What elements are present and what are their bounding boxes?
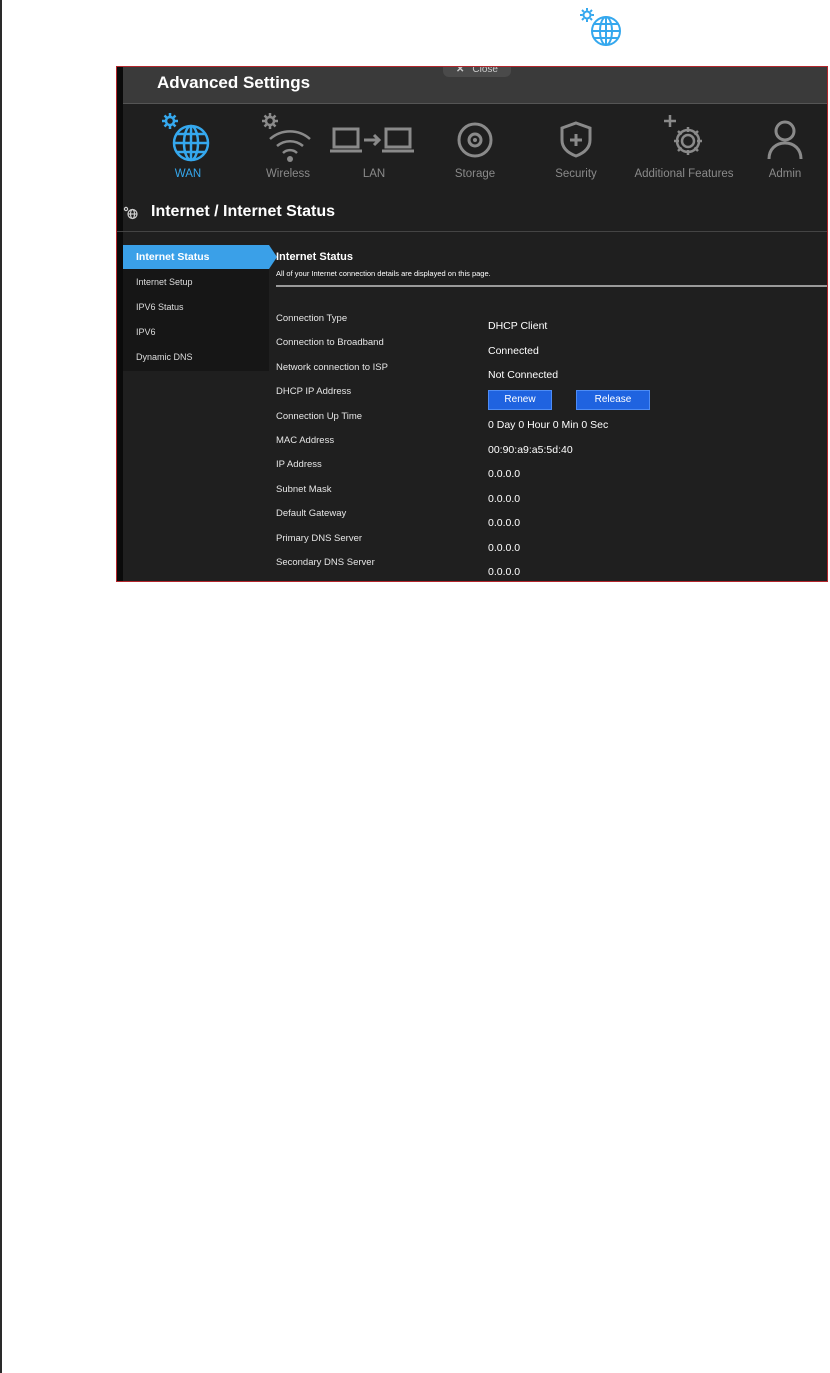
close-button[interactable]: ✕ Close: [443, 66, 511, 77]
nav-storage-label: Storage: [454, 168, 496, 180]
sidebar-item-label: Dynamic DNS: [136, 352, 193, 362]
field-label: IP Address: [276, 459, 322, 470]
mac-address-value: 00:90:a9:a5:5d:40: [488, 444, 573, 456]
nav-additional-features[interactable]: Additional Features: [629, 105, 739, 189]
content-divider: [276, 285, 827, 287]
nav-wireless-label: Wireless: [265, 168, 311, 180]
nav-lan[interactable]: LAN: [329, 105, 419, 189]
gear-plus-icon: [664, 115, 702, 155]
field-label: Connection Type: [276, 313, 348, 324]
close-icon: ✕: [456, 66, 465, 75]
globe-gear-icon: [123, 206, 138, 220]
panel-title: Advanced Settings: [157, 73, 311, 92]
globe-gear-icon: [578, 6, 626, 48]
broadband-status-value: Connected: [488, 345, 539, 357]
page-left-rule: [0, 0, 2, 1373]
secondary-dns-value: 0.0.0.0: [488, 566, 521, 578]
default-gateway-value: 0.0.0.0: [488, 517, 521, 529]
renew-button[interactable]: Renew: [488, 390, 552, 410]
nav-additional-features-label: Additional Features: [634, 168, 734, 180]
sidebar-item-label: Internet Status: [136, 251, 210, 263]
subnet-mask-value: 0.0.0.0: [488, 493, 521, 505]
field-label: Subnet Mask: [276, 484, 332, 495]
sidebar-item-label: Internet Setup: [136, 277, 193, 287]
sidebar-item-label: IPV6: [136, 327, 156, 337]
ip-address-value: 0.0.0.0: [488, 468, 521, 480]
field-label: Primary DNS Server: [276, 533, 363, 544]
release-button[interactable]: Release: [576, 390, 650, 410]
sidebar-item-dynamic-dns[interactable]: Dynamic DNS: [123, 345, 269, 369]
nav-wireless[interactable]: Wireless: [243, 105, 333, 189]
sidebar-item-ipv6[interactable]: IPV6: [123, 320, 269, 344]
disc-icon: [457, 122, 493, 158]
sidebar-item-label: IPV6 Status: [136, 302, 184, 312]
nav-storage[interactable]: Storage: [430, 105, 520, 189]
nav-admin-label: Admin: [768, 168, 802, 180]
nav-security-label: Security: [555, 168, 597, 180]
primary-dns-value: 0.0.0.0: [488, 542, 521, 554]
field-label: DHCP IP Address: [276, 386, 352, 397]
field-label: Connection Up Time: [276, 411, 363, 422]
sidebar: Internet Status Internet Setup IPV6 Stat…: [123, 245, 277, 371]
sidebar-item-internet-status[interactable]: Internet Status: [123, 245, 277, 269]
isp-status-value: Not Connected: [488, 369, 559, 381]
nav-wan-label: WAN: [174, 168, 202, 180]
content-description: All of your Internet connection details …: [276, 269, 491, 278]
content-title: Internet Status: [276, 251, 354, 263]
nav-security[interactable]: Security: [531, 105, 621, 189]
sidebar-item-internet-setup[interactable]: Internet Setup: [123, 270, 269, 294]
nav-admin[interactable]: Admin: [740, 105, 827, 189]
field-label: MAC Address: [276, 435, 335, 446]
divider: [117, 231, 827, 232]
main-nav: WAN Wireless LAN Storage Security Additi…: [123, 105, 827, 189]
field-label: Default Gateway: [276, 508, 347, 519]
globe-gear-icon: [162, 113, 210, 162]
advanced-settings-panel: Advanced Settings ✕ Close WAN Wireless L…: [116, 66, 828, 582]
shield-icon: [560, 121, 592, 158]
breadcrumb: Internet / Internet Status: [121, 200, 827, 226]
sidebar-item-ipv6-status[interactable]: IPV6 Status: [123, 295, 269, 319]
lan-icon: [330, 127, 414, 153]
wifi-gear-icon: [262, 113, 311, 162]
breadcrumb-text: Internet / Internet Status: [151, 203, 336, 220]
nav-lan-label: LAN: [362, 168, 386, 180]
field-label: Secondary DNS Server: [276, 557, 375, 568]
field-label: Network connection to ISP: [276, 362, 388, 373]
close-label: Close: [472, 66, 498, 75]
connection-type-value: DHCP Client: [488, 320, 548, 332]
field-label: Connection to Broadband: [276, 337, 384, 348]
user-icon: [767, 120, 803, 160]
uptime-value: 0 Day 0 Hour 0 Min 0 Sec: [488, 419, 609, 431]
nav-wan[interactable]: WAN: [143, 105, 233, 189]
